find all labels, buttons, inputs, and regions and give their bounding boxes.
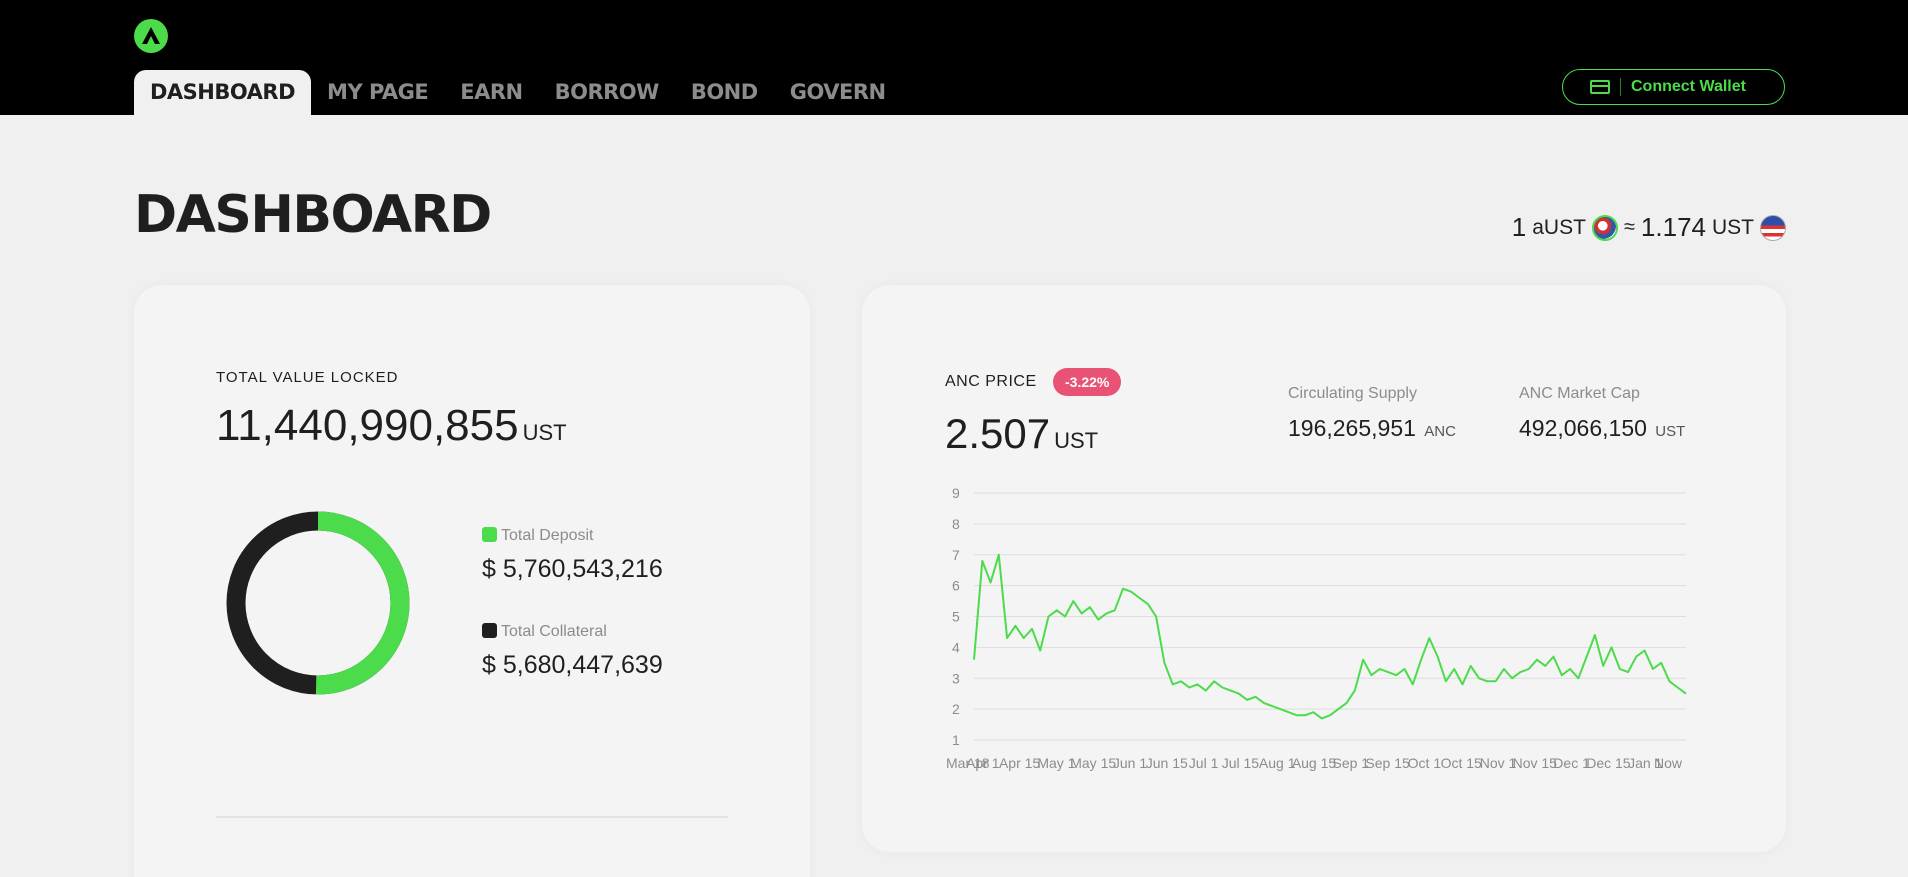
x-tick-label: Nov 15	[1513, 755, 1558, 771]
x-tick-label: Sep 15	[1365, 755, 1410, 771]
deposit-value: $ 5,760,543,216	[482, 555, 663, 583]
nav-bond[interactable]: BOND	[675, 70, 774, 115]
aust-coin-icon	[1591, 214, 1618, 241]
connect-wallet-label: Connect Wallet	[1631, 78, 1746, 95]
collateral-value: $ 5,680,447,639	[482, 651, 663, 679]
deposit-label: Total Deposit	[501, 527, 594, 544]
page-title: DASHBOARD	[134, 185, 492, 245]
tvl-label: TOTAL VALUE LOCKED	[216, 369, 399, 386]
x-tick-label: Apr 15	[999, 755, 1040, 771]
tvl-value: 11,440,990,855 UST	[216, 401, 567, 451]
x-tick-label: Nov 1	[1480, 755, 1517, 771]
y-tick-label: 4	[952, 639, 960, 655]
x-tick-label: Now	[1654, 755, 1683, 771]
anc-price-card: ANC PRICE -3.22% 2.507 UST Circulating Su…	[862, 285, 1786, 852]
x-tick-label: May 15	[1070, 755, 1116, 771]
rate-right-amount: 1.174	[1640, 212, 1706, 242]
connect-wallet-button[interactable]: Connect Wallet	[1562, 69, 1785, 105]
x-tick-label: Apr 1	[966, 755, 1000, 771]
ust-coin-icon	[1760, 214, 1786, 241]
x-tick-label: Oct 1	[1408, 755, 1442, 771]
x-tick-label: Sep 1	[1333, 755, 1370, 771]
x-tick-label: Oct 15	[1441, 755, 1482, 771]
x-tick-label: Jun 1	[1113, 755, 1147, 771]
y-tick-label: 5	[952, 609, 960, 625]
anc-price-chart: 123456789Mar 18Apr 1 Apr 15May 1May 15Jun…	[946, 485, 1687, 771]
y-tick-label: 2	[952, 701, 960, 717]
main-nav: DASHBOARD MY PAGE EARN BORROW BOND GOVER…	[134, 70, 902, 115]
y-tick-label: 6	[952, 578, 960, 594]
collateral-label: Total Collateral	[501, 623, 607, 640]
nav-dashboard[interactable]: DASHBOARD	[134, 70, 312, 115]
legend-total-deposit: Total Deposit $ 5,760,543,216	[482, 527, 663, 584]
tvl-donut-chart	[226, 511, 410, 695]
y-tick-label: 3	[952, 670, 960, 686]
rate-right-unit: UST	[1712, 215, 1754, 239]
rate-approx-sign: ≈	[1623, 216, 1635, 238]
rate-left-unit: aUST	[1532, 215, 1586, 239]
y-tick-label: 1	[952, 732, 960, 748]
nav-earn[interactable]: EARN	[444, 70, 538, 115]
x-tick-label: Jul 15	[1222, 755, 1260, 771]
top-header: DASHBOARD MY PAGE EARN BORROW BOND GOVER…	[0, 0, 1908, 115]
y-tick-label: 8	[952, 516, 960, 532]
x-tick-label: Jul 1	[1189, 755, 1219, 771]
legend-total-collateral: Total Collateral $ 5,680,447,639	[482, 623, 663, 680]
aust-exchange-rate: 1 aUST ≈ 1.174 UST	[1512, 212, 1786, 243]
nav-govern[interactable]: GOVERN	[774, 70, 902, 115]
x-tick-label: Aug 15	[1292, 755, 1337, 771]
tvl-amount: 11,440,990,855	[216, 401, 519, 450]
x-tick-label: Aug 1	[1259, 755, 1296, 771]
nav-my-page[interactable]: MY PAGE	[311, 70, 444, 115]
card-divider	[216, 816, 728, 818]
tvl-unit: UST	[522, 420, 567, 445]
anchor-logo-icon[interactable]	[134, 19, 168, 53]
nav-borrow[interactable]: BORROW	[539, 70, 675, 115]
y-tick-label: 9	[952, 485, 960, 501]
collateral-swatch	[482, 623, 497, 638]
rate-left-amount: 1	[1511, 212, 1527, 242]
anc-price-series-line	[973, 553, 1687, 720]
wallet-icon	[1590, 80, 1610, 94]
x-tick-label: Dec 1	[1553, 755, 1590, 771]
wallet-separator	[1620, 78, 1621, 96]
x-tick-label: Jun 15	[1146, 755, 1188, 771]
tvl-card: TOTAL VALUE LOCKED 11,440,990,855 UST Tot…	[134, 285, 810, 877]
y-tick-label: 7	[952, 547, 960, 563]
x-tick-label: Dec 15	[1586, 755, 1631, 771]
deposit-swatch	[482, 527, 497, 542]
